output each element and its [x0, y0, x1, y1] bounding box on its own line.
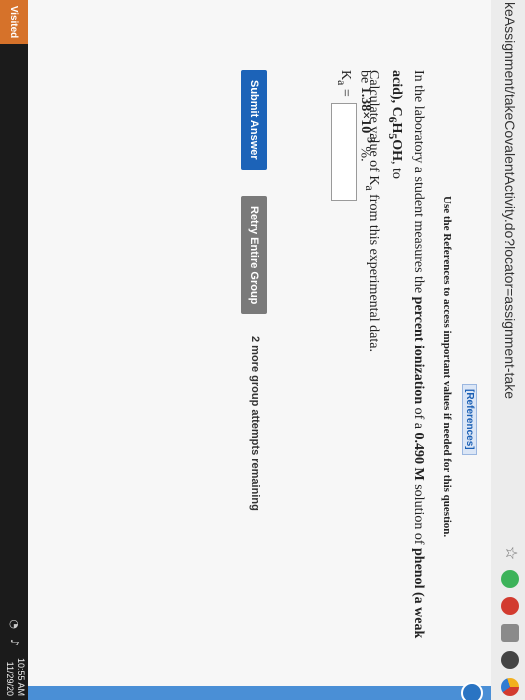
red-extension-icon[interactable] — [501, 597, 519, 615]
percent-ionization-term: percent ionization — [411, 296, 426, 405]
attempts-remaining: 2 more group attempts remaining — [249, 336, 261, 511]
volume-icon[interactable]: ♪ — [8, 639, 21, 646]
ka-equals: = — [337, 85, 353, 97]
ka-symbol: K — [337, 70, 353, 81]
calc-text-part: Calculate value of K — [366, 70, 381, 186]
profile-icon[interactable] — [501, 651, 519, 669]
system-tray: ◔ ♪ — [8, 619, 21, 646]
formula-part: OH — [389, 139, 404, 162]
browser-address-bar[interactable]: keAssignment/takeCovalentActivity.do?loc… — [490, 0, 525, 700]
formula-part: , C — [389, 99, 404, 117]
puzzle-icon[interactable] — [501, 624, 519, 642]
calc-text-part: from this experimental data. — [366, 190, 381, 352]
clock-date: 11/29/20 — [5, 661, 15, 696]
side-toggle-icon[interactable] — [461, 682, 483, 700]
rotated-screen: keAssignment/takeCovalentActivity.do?loc… — [0, 0, 525, 700]
ka-label: Ka = — [335, 70, 353, 97]
ka-answer-row: Ka = — [331, 70, 357, 201]
calculate-instruction: Calculate value of Ka from this experime… — [363, 70, 381, 352]
formula-part: H — [389, 122, 404, 134]
submit-answer-button[interactable]: Submit Answer — [241, 70, 267, 170]
address-url[interactable]: keAssignment/takeCovalentActivity.do?loc… — [502, 2, 518, 399]
references-link[interactable]: [References] — [462, 384, 477, 455]
concentration-value: 0.490 M — [411, 432, 426, 481]
clock[interactable]: 10:55 AM 11/29/20 — [4, 658, 26, 696]
question-panel: [References] Use the References to acces… — [0, 0, 491, 700]
question-text-part: , to — [389, 161, 404, 179]
browser-toolbar-icons: ☆ — [501, 545, 519, 696]
taskbar: Visited ◔ ♪ 10:55 AM 11/29/20 — [0, 0, 28, 700]
ka-input[interactable] — [331, 102, 357, 201]
star-icon[interactable]: ☆ — [501, 545, 519, 561]
network-icon[interactable]: ◔ — [8, 619, 21, 629]
right-side-bar — [0, 682, 491, 700]
green-extension-icon[interactable] — [501, 570, 519, 588]
clock-time: 10:55 AM — [16, 657, 26, 696]
question-text-part: In the laboratory a student measures the — [411, 70, 426, 297]
visited-tab[interactable]: Visited — [0, 0, 28, 44]
question-text-part: of a — [411, 404, 426, 433]
retry-group-button[interactable]: Retry Entire Group — [241, 196, 267, 315]
references-note: Use the References to access important v… — [441, 196, 453, 538]
multicolor-extension-icon[interactable] — [501, 678, 519, 696]
question-text-part: solution of — [411, 480, 426, 549]
